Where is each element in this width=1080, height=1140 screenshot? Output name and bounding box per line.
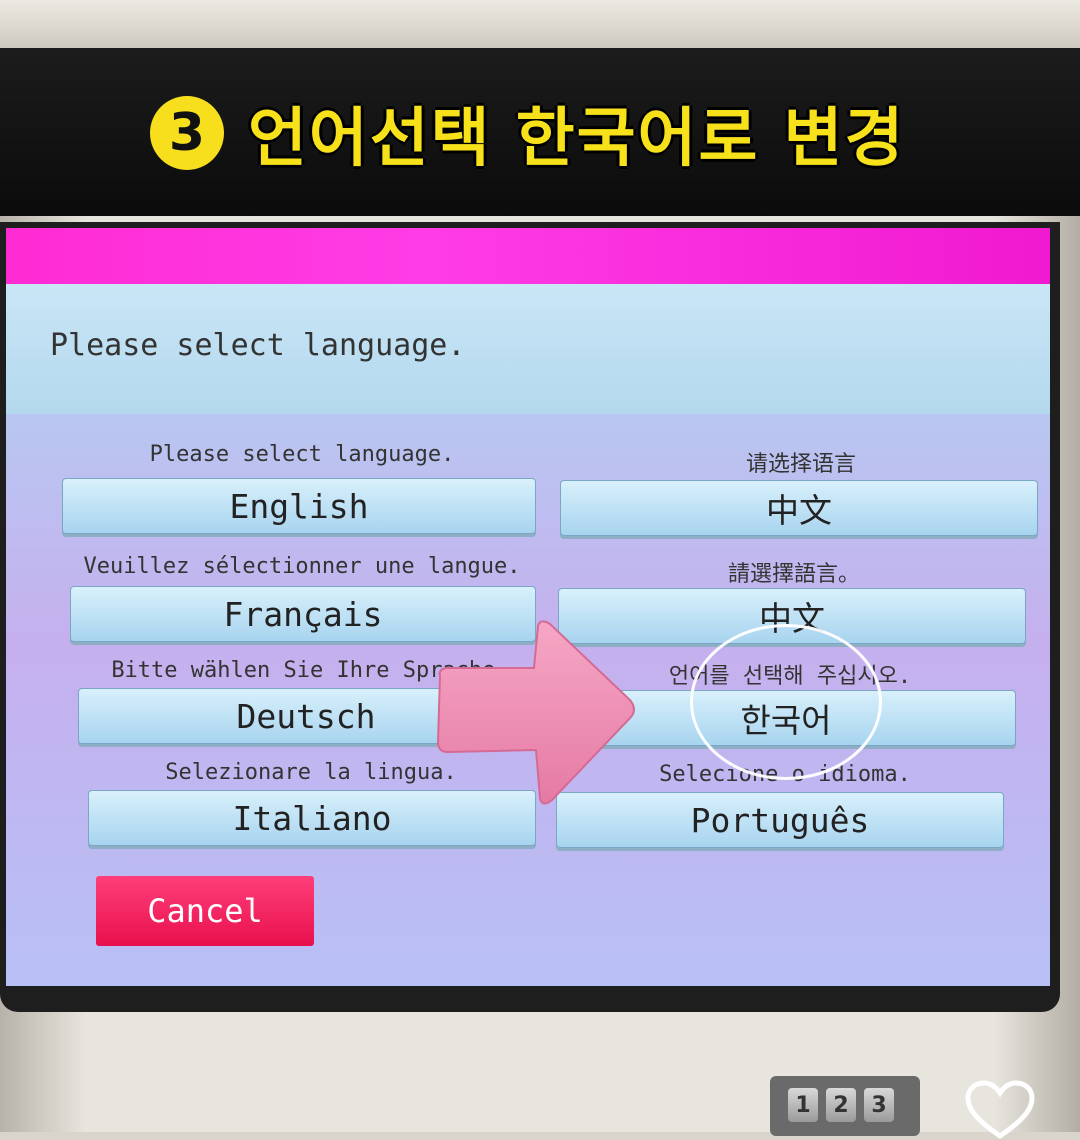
caption-title: 언어선택 한국어로 변경 (248, 102, 906, 176)
heart-icon[interactable] (964, 1080, 1036, 1140)
kiosk-screen: Please select language. Please select la… (6, 228, 1050, 986)
cancel-button[interactable]: Cancel (96, 876, 314, 946)
pointing-arrow-icon (436, 620, 635, 805)
keypad: 1 2 3 (788, 1088, 894, 1122)
language-button-english[interactable]: English (62, 478, 536, 534)
prompt-chinese-traditional: 請選擇語言。 (727, 562, 860, 587)
keypad-key-3[interactable]: 3 (864, 1088, 894, 1122)
highlight-circle (690, 624, 882, 780)
header-color-bar (6, 228, 1050, 284)
kiosk-top-frame (0, 0, 1080, 48)
prompt-french: Veuillez sélectionner une langue. (83, 554, 521, 579)
step-badge: 3 (150, 96, 224, 170)
keypad-key-2[interactable]: 2 (826, 1088, 856, 1122)
prompt-english: Please select language. (149, 442, 455, 467)
keypad-key-1[interactable]: 1 (788, 1088, 818, 1122)
caption-overlay: 3 언어선택 한국어로 변경 (150, 88, 905, 178)
screen-title: Please select language. (50, 328, 466, 363)
language-button-chinese-simplified[interactable]: 中文 (560, 480, 1038, 536)
prompt-chinese-simplified: 请选择语言 (745, 452, 856, 477)
